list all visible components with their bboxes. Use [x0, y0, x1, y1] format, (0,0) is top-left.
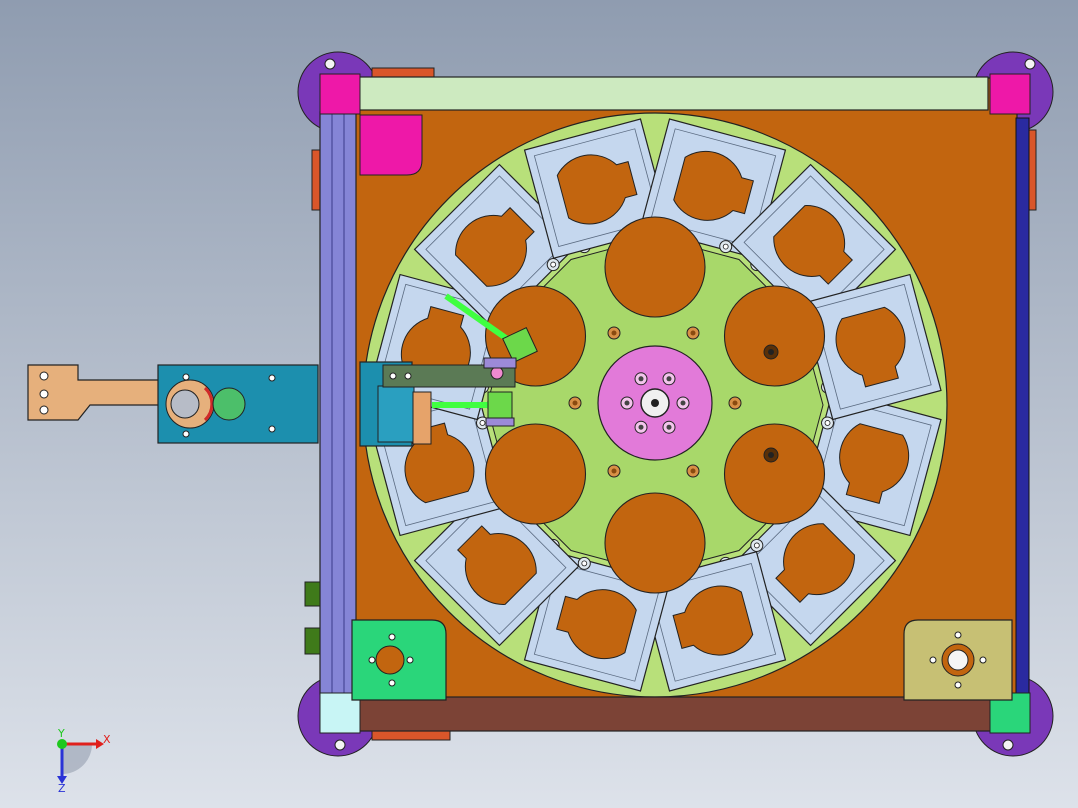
corner-pad-top-left [319, 73, 361, 115]
arm-orange-spacer [412, 391, 432, 445]
sensor-bracket-2 [485, 417, 515, 427]
dial-pocket [484, 423, 587, 525]
arm-knob-green [212, 387, 246, 421]
rail-bottom[interactable] [357, 696, 992, 732]
rail-left[interactable] [319, 111, 357, 695]
magenta-block [359, 114, 423, 176]
connector-top [304, 581, 321, 607]
dial-pocket [604, 492, 706, 594]
dial-pocket [604, 216, 706, 318]
sensor-head-2[interactable] [487, 391, 513, 421]
rail-top[interactable] [357, 76, 989, 111]
triad-y-label: Y [57, 727, 65, 740]
sensor-pink-dot [490, 366, 504, 380]
hub-center-dot [651, 399, 659, 407]
cad-viewport[interactable]: X Y Z [0, 0, 1078, 808]
sensor-bracket [483, 357, 517, 369]
dial-pocket [723, 285, 826, 387]
triad-y-axis [57, 739, 67, 749]
triad-x-label: X [103, 733, 111, 746]
bracket-left-hole [375, 645, 405, 675]
arm-knob-inner [170, 389, 200, 419]
rail-right[interactable] [1015, 117, 1030, 696]
bracket-right-hole-inner [947, 649, 969, 671]
corner-pad-top-right [989, 73, 1031, 115]
arm-mount-face [377, 385, 415, 443]
dial-pocket [723, 423, 826, 525]
triad-z-label: Z [58, 782, 66, 795]
connector-bottom [304, 627, 321, 655]
